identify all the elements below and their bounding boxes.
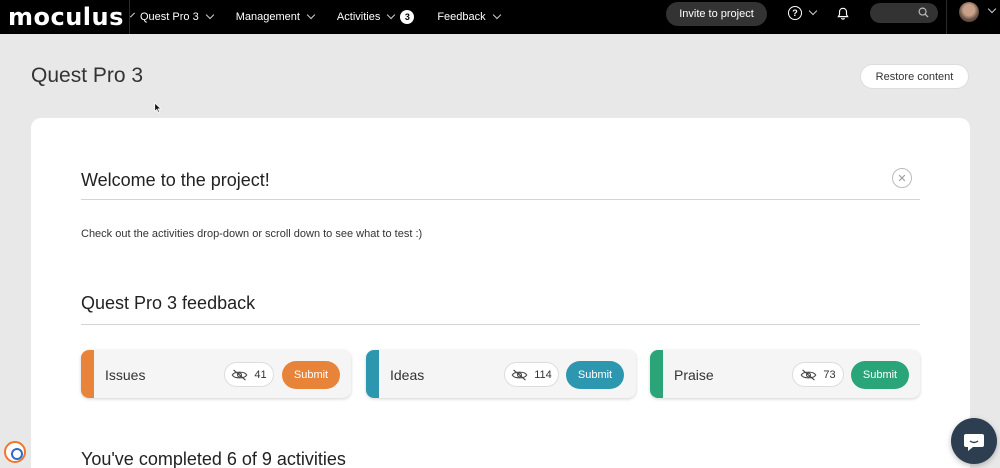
- search-input[interactable]: [870, 3, 938, 23]
- search-icon: [918, 7, 929, 18]
- color-stripe: [81, 350, 94, 398]
- logo: moculus: [8, 3, 124, 31]
- hidden-count-badge[interactable]: 73: [792, 362, 844, 387]
- account-menu[interactable]: [946, 0, 1000, 34]
- nav-label: Feedback: [437, 11, 486, 23]
- welcome-title: Welcome to the project!: [81, 170, 270, 190]
- welcome-text: Check out the activities drop-down or sc…: [81, 228, 423, 240]
- chevron-down-icon: [387, 10, 396, 20]
- divider: [81, 199, 920, 200]
- hidden-count-badge[interactable]: 114: [504, 362, 559, 387]
- nav-activities[interactable]: Activities 3: [327, 0, 427, 34]
- help-menu[interactable]: ?: [788, 6, 818, 20]
- eye-slash-icon: [232, 368, 248, 381]
- close-icon[interactable]: ✕: [892, 168, 912, 188]
- invite-to-project-button[interactable]: Invite to project: [666, 2, 767, 26]
- nav-label: Activities: [336, 11, 381, 23]
- feedback-section-title: Quest Pro 3 feedback: [81, 293, 256, 313]
- logo-menu[interactable]: moculus: [0, 0, 135, 34]
- feedback-card-issues[interactable]: Issues 41 Submit: [81, 350, 351, 398]
- hidden-count: 114: [534, 368, 552, 381]
- nav-label: Management: [235, 11, 300, 23]
- feedback-label: Ideas: [390, 367, 425, 383]
- chat-launcher-button[interactable]: [951, 418, 997, 464]
- feedback-card-ideas[interactable]: Ideas 114 Submit: [366, 350, 636, 398]
- chevron-down-icon: [306, 10, 316, 20]
- hidden-count: 41: [254, 368, 267, 381]
- divider: [81, 324, 920, 325]
- bell-icon[interactable]: [836, 7, 850, 21]
- nav-feedback[interactable]: Feedback: [427, 0, 512, 34]
- mouse-pointer-icon: [154, 102, 162, 113]
- eye-slash-icon: [511, 368, 528, 381]
- top-nav-bar: moculus Quest Pro 3 Management Activitie…: [0, 0, 1000, 34]
- nav-management[interactable]: Management: [226, 0, 327, 34]
- color-stripe: [366, 350, 379, 398]
- help-icon: ?: [788, 6, 802, 20]
- hidden-count: 73: [823, 368, 836, 381]
- chevron-down-icon: [492, 10, 501, 20]
- submit-idea-button[interactable]: Submit: [566, 361, 624, 389]
- hidden-count-badge[interactable]: 41: [224, 362, 274, 387]
- restore-content-button[interactable]: Restore content: [860, 64, 969, 89]
- chevron-down-icon: [808, 6, 818, 16]
- submit-issue-button[interactable]: Submit: [282, 361, 340, 389]
- activities-count-badge: 3: [400, 10, 415, 24]
- chat-icon: [964, 434, 984, 451]
- submit-praise-button[interactable]: Submit: [851, 361, 909, 389]
- feedback-label: Issues: [105, 367, 146, 383]
- avatar: [959, 2, 979, 22]
- eye-slash-icon: [801, 368, 817, 381]
- chevron-down-icon: [987, 4, 997, 14]
- feedback-label: Praise: [674, 367, 714, 383]
- feedback-card-praise[interactable]: Praise 73 Submit: [650, 350, 920, 398]
- nav-label: Quest Pro 3: [140, 11, 199, 23]
- chevron-down-icon: [205, 10, 214, 20]
- page-title: Quest Pro 3: [31, 64, 144, 87]
- color-stripe: [650, 350, 663, 398]
- project-card: Welcome to the project! ✕ Check out the …: [31, 118, 970, 468]
- recording-widget-icon[interactable]: [4, 441, 26, 463]
- nav-quest-pro-3[interactable]: Quest Pro 3: [130, 0, 226, 34]
- progress-heading: You've completed 6 of 9 activities: [81, 449, 346, 468]
